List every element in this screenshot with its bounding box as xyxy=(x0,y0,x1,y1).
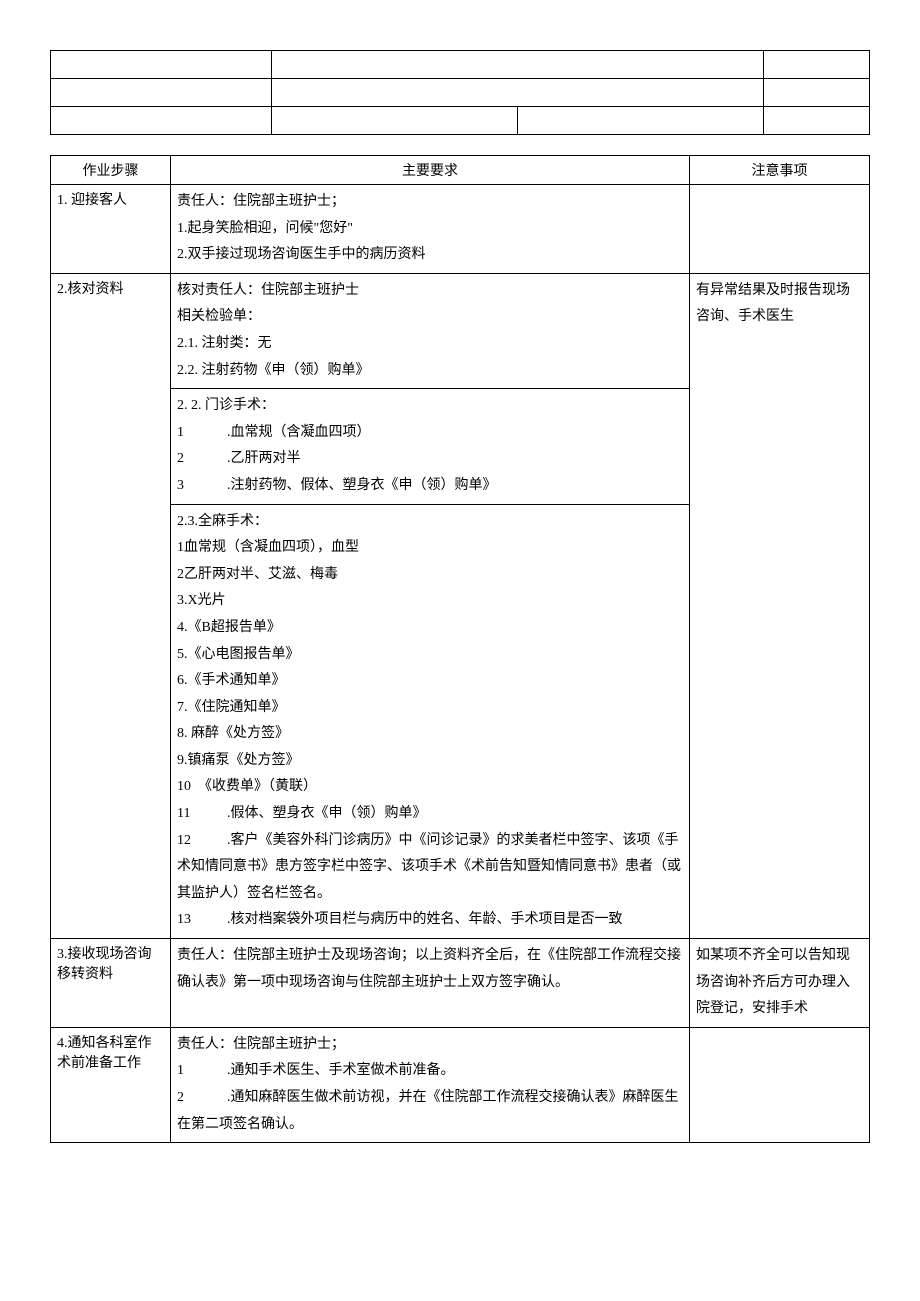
step-cell: 1. 迎接客人 xyxy=(51,185,171,274)
req-text: 2.2. 注射药物《申（领）购单》 xyxy=(177,358,683,385)
req-sub: .乙肝两对半 xyxy=(227,451,301,466)
req-text: 12.客户《美容外科门诊病历》中《问诊记录》的求美者栏中签字、该项《手术知情同意… xyxy=(177,828,683,908)
req-sub: .血常规（含凝血四项） xyxy=(227,425,371,440)
header-cell xyxy=(272,107,518,135)
req-text: 2.3.全麻手术： xyxy=(177,509,683,536)
num: 3 xyxy=(177,473,227,500)
header-row-3 xyxy=(51,107,870,135)
req-text: 核对责任人：住院部主班护士 xyxy=(177,278,683,305)
table-row: 1. 迎接客人 责任人：住院部主班护士； 1.起身笑脸相迎，问候"您好" 2.双… xyxy=(51,185,870,274)
num: 13 xyxy=(177,907,227,934)
req-text: 2乙肝两对半、艾滋、梅毒 xyxy=(177,562,683,589)
header-row-1 xyxy=(51,51,870,79)
req-text: 13.核对档案袋外项目栏与病历中的姓名、年龄、手术项目是否一致 xyxy=(177,907,683,934)
header-cell xyxy=(517,107,763,135)
num: 1 xyxy=(177,1058,227,1085)
req-text: 11.假体、塑身衣《申（领）购单》 xyxy=(177,801,683,828)
header-step: 作业步骤 xyxy=(51,156,171,185)
req-text: 1血常规（含凝血四项），血型 xyxy=(177,535,683,562)
req-text: 3.X光片 xyxy=(177,588,683,615)
req-text: 责任人：住院部主班护士； xyxy=(177,189,683,216)
req-text: 责任人：住院部主班护士； xyxy=(177,1032,683,1059)
main-table: 作业步骤 主要要求 注意事项 1. 迎接客人 责任人：住院部主班护士； 1.起身… xyxy=(50,155,870,1143)
header-cell xyxy=(763,107,869,135)
step-cell: 3.接收现场咨询移转资料 xyxy=(51,939,171,1028)
req-text: 2.双手接过现场咨询医生手中的病历资料 xyxy=(177,242,683,269)
table-row: 2.核对资料 核对责任人：住院部主班护士 相关检验单： 2.1. 注射类：无 2… xyxy=(51,273,870,938)
req-text: 6.《手术通知单》 xyxy=(177,668,683,695)
header-cell xyxy=(51,107,272,135)
note-cell xyxy=(690,1027,870,1142)
num: 2 xyxy=(177,1085,227,1112)
req-text: 1.血常规（含凝血四项） xyxy=(177,420,683,447)
req-text: 2.乙肝两对半 xyxy=(177,446,683,473)
req-sub: .通知麻醉医生做术前访视，并在《住院部工作流程交接确认表》麻醉医生在第二项签名确… xyxy=(177,1090,679,1132)
step-cell: 2.核对资料 xyxy=(51,273,171,938)
req-text: 8. 麻醉《处方签》 xyxy=(177,721,683,748)
req-sub: .假体、塑身衣《申（领）购单》 xyxy=(227,806,427,821)
req-text: 3.注射药物、假体、塑身衣《申（领）购单》 xyxy=(177,473,683,500)
requirement-cell: 责任人：住院部主班护士； 1.起身笑脸相迎，问候"您好" 2.双手接过现场咨询医… xyxy=(171,185,690,274)
note-cell: 如某项不齐全可以告知现场咨询补齐后方可办理入院登记，安排手术 xyxy=(690,939,870,1028)
note-cell xyxy=(690,185,870,274)
num: 1 xyxy=(177,420,227,447)
table-row: 4.通知各科室作术前准备工作 责任人：住院部主班护士； 1.通知手术医生、手术室… xyxy=(51,1027,870,1142)
req-text: 相关检验单： xyxy=(177,304,683,331)
req-text: 5.《心电图报告单》 xyxy=(177,642,683,669)
req-sub: .客户《美容外科门诊病历》中《问诊记录》的求美者栏中签字、该项《手术知情同意书》… xyxy=(177,833,681,901)
req-text: 2.通知麻醉医生做术前访视，并在《住院部工作流程交接确认表》麻醉医生在第二项签名… xyxy=(177,1085,683,1138)
req-text: 7.《住院通知单》 xyxy=(177,695,683,722)
table-row: 3.接收现场咨询移转资料 责任人：住院部主班护士及现场咨询；以上资料齐全后，在《… xyxy=(51,939,870,1028)
num: 2 xyxy=(177,446,227,473)
note-cell: 有异常结果及时报告现场咨询、手术医生 xyxy=(690,273,870,938)
header-cell xyxy=(763,51,869,79)
req-text: 1.起身笑脸相迎，问候"您好" xyxy=(177,216,683,243)
req-text: 10 《收费单》（黄联） xyxy=(177,774,683,801)
num: 12 xyxy=(177,828,227,855)
step-cell: 4.通知各科室作术前准备工作 xyxy=(51,1027,171,1142)
req-text: 4.《B超报告单》 xyxy=(177,615,683,642)
requirement-cell: 责任人：住院部主班护士； 1.通知手术医生、手术室做术前准备。 2.通知麻醉医生… xyxy=(171,1027,690,1142)
table-header-row: 作业步骤 主要要求 注意事项 xyxy=(51,156,870,185)
header-cell xyxy=(272,51,763,79)
requirement-cell: 责任人：住院部主班护士及现场咨询；以上资料齐全后，在《住院部工作流程交接确认表》… xyxy=(171,939,690,1028)
req-sub: .核对档案袋外项目栏与病历中的姓名、年龄、手术项目是否一致 xyxy=(227,912,623,927)
req-sub: .通知手术医生、手术室做术前准备。 xyxy=(227,1063,455,1078)
req-text: 9.镇痛泵《处方签》 xyxy=(177,748,683,775)
header-cell xyxy=(763,79,869,107)
num: 11 xyxy=(177,801,227,828)
header-cell xyxy=(272,79,763,107)
requirement-cell: 核对责任人：住院部主班护士 相关检验单： 2.1. 注射类：无 2.2. 注射药… xyxy=(171,273,690,938)
req-sub: .注射药物、假体、塑身衣《申（领）购单》 xyxy=(227,478,497,493)
header-cell xyxy=(51,79,272,107)
header-note: 注意事项 xyxy=(690,156,870,185)
req-text: 2.1. 注射类：无 xyxy=(177,331,683,358)
req-text: 1.通知手术医生、手术室做术前准备。 xyxy=(177,1058,683,1085)
header-row-2 xyxy=(51,79,870,107)
header-requirement: 主要要求 xyxy=(171,156,690,185)
header-cell xyxy=(51,51,272,79)
header-table xyxy=(50,50,870,135)
req-text: 2. 2. 门诊手术： xyxy=(177,393,683,420)
